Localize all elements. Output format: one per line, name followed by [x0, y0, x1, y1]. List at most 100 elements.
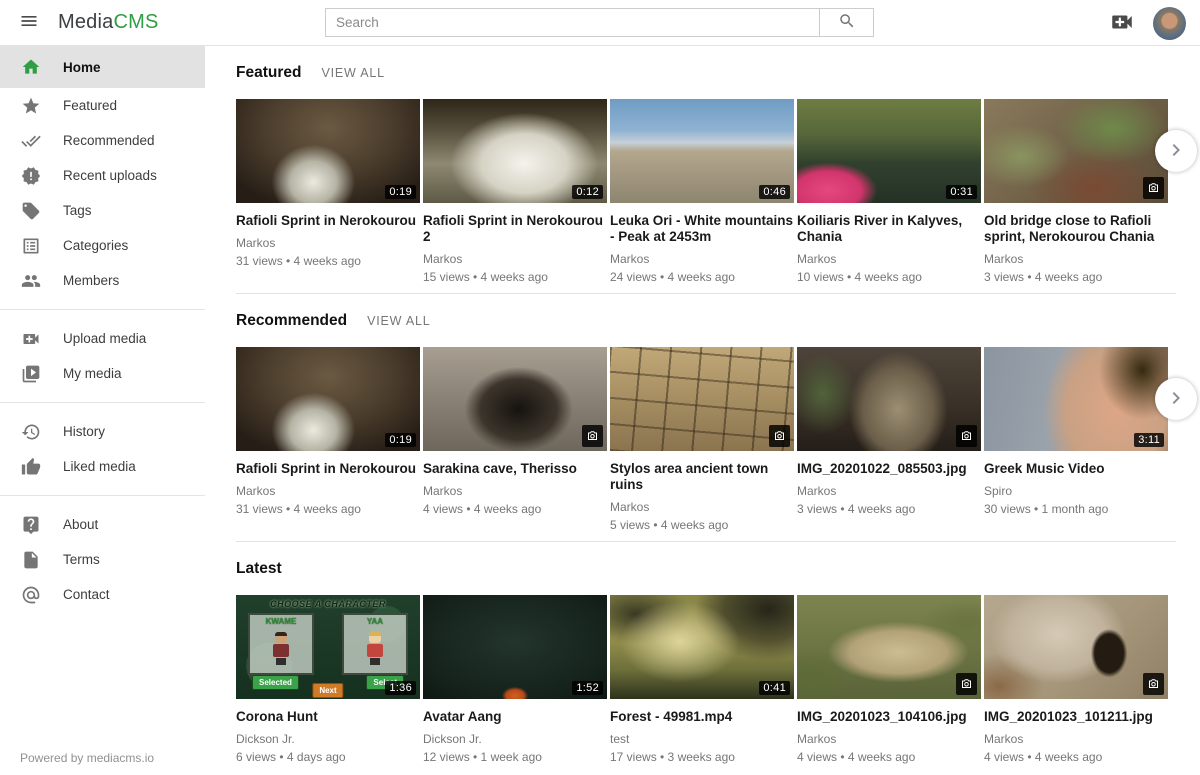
- media-author[interactable]: Dickson Jr.: [236, 732, 420, 746]
- duration-badge: 1:36: [385, 681, 416, 695]
- photo-thumbnail[interactable]: [797, 347, 981, 451]
- sidebar-item-liked-media[interactable]: Liked media: [0, 449, 205, 484]
- media-author[interactable]: Markos: [610, 500, 794, 514]
- video-thumbnail[interactable]: 1:52: [423, 595, 607, 699]
- media-title[interactable]: Leuka Ori - White mountains - Peak at 24…: [610, 213, 794, 245]
- video-thumbnail[interactable]: 0:46: [610, 99, 794, 203]
- media-title[interactable]: Greek Music Video: [984, 461, 1168, 477]
- view-all-link[interactable]: VIEW ALL: [367, 314, 430, 328]
- sidebar-item-contact[interactable]: Contact: [0, 577, 205, 612]
- media-card[interactable]: Old bridge close to Rafioli sprint, Nero…: [984, 99, 1168, 284]
- sidebar-item-label: My media: [63, 366, 122, 381]
- app-logo[interactable]: MediaCMS: [58, 11, 159, 34]
- media-author[interactable]: Markos: [236, 484, 420, 498]
- video-thumbnail[interactable]: 0:31: [797, 99, 981, 203]
- media-title[interactable]: Forest - 49981.mp4: [610, 709, 794, 725]
- photo-thumbnail[interactable]: [984, 99, 1168, 203]
- video-thumbnail[interactable]: 0:41: [610, 595, 794, 699]
- photo-thumbnail[interactable]: [423, 347, 607, 451]
- media-title[interactable]: IMG_20201022_085503.jpg: [797, 461, 981, 477]
- search-button[interactable]: [820, 8, 874, 37]
- video-thumbnail[interactable]: CHOOSE A CHARACTER KWAME YAA Selected Ne…: [236, 595, 420, 699]
- video-thumbnail[interactable]: 0:12: [423, 99, 607, 203]
- sidebar-item-upload-media[interactable]: Upload media: [0, 321, 205, 356]
- menu-button[interactable]: [9, 3, 49, 43]
- carousel-next-button[interactable]: [1155, 130, 1197, 172]
- sidebar-item-featured[interactable]: Featured: [0, 88, 205, 123]
- camera-icon: [956, 673, 977, 695]
- media-card[interactable]: 0:12 Rafioli Sprint in Nerokourou 2 Mark…: [423, 99, 607, 284]
- sidebar-item-label: Featured: [63, 98, 117, 113]
- media-author[interactable]: Markos: [423, 484, 607, 498]
- sidebar-item-recommended[interactable]: Recommended: [0, 123, 205, 158]
- media-title[interactable]: Corona Hunt: [236, 709, 420, 725]
- media-author[interactable]: Markos: [236, 236, 420, 250]
- media-author[interactable]: Markos: [797, 732, 981, 746]
- media-author[interactable]: Markos: [610, 252, 794, 266]
- sidebar-item-categories[interactable]: Categories: [0, 228, 205, 263]
- sidebar-item-terms[interactable]: Terms: [0, 542, 205, 577]
- duration-badge: 0:19: [385, 433, 416, 447]
- media-card[interactable]: IMG_20201022_085503.jpg Markos 3 views •…: [797, 347, 981, 516]
- media-title[interactable]: Stylos area ancient town ruins: [610, 461, 794, 493]
- hamburger-icon: [19, 11, 39, 34]
- sidebar-item-members[interactable]: Members: [0, 263, 205, 298]
- avatar[interactable]: [1153, 7, 1186, 40]
- video-thumbnail[interactable]: 0:19: [236, 347, 420, 451]
- media-card[interactable]: 3:11 Greek Music Video Spiro 30 views • …: [984, 347, 1168, 516]
- photo-thumbnail[interactable]: [797, 595, 981, 699]
- media-title[interactable]: Old bridge close to Rafioli sprint, Nero…: [984, 213, 1168, 245]
- sidebar-item-about[interactable]: About: [0, 507, 205, 542]
- media-card[interactable]: 0:19 Rafioli Sprint in Nerokourou Markos…: [236, 347, 420, 516]
- main-content: Featured VIEW ALL 0:19 Rafioli Sprint in…: [205, 46, 1200, 775]
- media-author[interactable]: Dickson Jr.: [423, 732, 607, 746]
- media-title[interactable]: Rafioli Sprint in Nerokourou 2: [423, 213, 607, 245]
- media-card[interactable]: Stylos area ancient town ruins Markos 5 …: [610, 347, 794, 532]
- media-author[interactable]: Markos: [797, 252, 981, 266]
- photo-thumbnail[interactable]: [984, 595, 1168, 699]
- media-title[interactable]: IMG_20201023_101211.jpg: [984, 709, 1168, 725]
- media-card[interactable]: 0:19 Rafioli Sprint in Nerokourou Markos…: [236, 99, 420, 268]
- media-card[interactable]: IMG_20201023_104106.jpg Markos 4 views •…: [797, 595, 981, 764]
- help-bubble-icon: [20, 514, 42, 536]
- duration-badge: 1:52: [572, 681, 603, 695]
- carousel-next-button[interactable]: [1155, 378, 1197, 420]
- sidebar-item-history[interactable]: History: [0, 414, 205, 449]
- video-thumbnail[interactable]: 3:11: [984, 347, 1168, 451]
- media-author[interactable]: Markos: [797, 484, 981, 498]
- media-title[interactable]: Rafioli Sprint in Nerokourou: [236, 461, 420, 477]
- upload-media-button[interactable]: [1107, 8, 1137, 38]
- media-title[interactable]: Rafioli Sprint in Nerokourou: [236, 213, 420, 229]
- media-author[interactable]: Markos: [984, 732, 1168, 746]
- section-title: Recommended: [236, 312, 347, 330]
- view-all-link[interactable]: VIEW ALL: [321, 66, 384, 80]
- video-thumbnail[interactable]: 0:19: [236, 99, 420, 203]
- media-card[interactable]: Sarakina cave, Therisso Markos 4 views •…: [423, 347, 607, 516]
- media-author[interactable]: Markos: [423, 252, 607, 266]
- media-card[interactable]: 0:31 Koiliaris River in Kalyves, Chania …: [797, 99, 981, 284]
- media-card[interactable]: 0:41 Forest - 49981.mp4 test 17 views • …: [610, 595, 794, 764]
- sidebar-item-label: Contact: [63, 587, 110, 602]
- sidebar-item-home[interactable]: Home: [0, 46, 205, 88]
- photo-thumbnail[interactable]: [610, 347, 794, 451]
- powered-by-text[interactable]: Powered by mediacms.io: [20, 751, 154, 765]
- media-title[interactable]: IMG_20201023_104106.jpg: [797, 709, 981, 725]
- media-title[interactable]: Sarakina cave, Therisso: [423, 461, 607, 477]
- search-input[interactable]: [325, 8, 820, 37]
- media-title[interactable]: Koiliaris River in Kalyves, Chania: [797, 213, 981, 245]
- media-card[interactable]: IMG_20201023_101211.jpg Markos 4 views •…: [984, 595, 1168, 764]
- media-title[interactable]: Avatar Aang: [423, 709, 607, 725]
- media-author[interactable]: test: [610, 732, 794, 746]
- sidebar-item-recent-uploads[interactable]: Recent uploads: [0, 158, 205, 193]
- game-character-name: KWAME: [250, 617, 312, 626]
- sidebar-item-label: Liked media: [63, 459, 136, 474]
- media-author[interactable]: Markos: [984, 252, 1168, 266]
- duration-badge: 0:12: [572, 185, 603, 199]
- media-card[interactable]: 0:46 Leuka Ori - White mountains - Peak …: [610, 99, 794, 284]
- duration-badge: 0:19: [385, 185, 416, 199]
- media-author[interactable]: Spiro: [984, 484, 1168, 498]
- sidebar-item-my-media[interactable]: My media: [0, 356, 205, 391]
- sidebar-item-tags[interactable]: Tags: [0, 193, 205, 228]
- media-card[interactable]: 1:52 Avatar Aang Dickson Jr. 12 views • …: [423, 595, 607, 764]
- media-card[interactable]: CHOOSE A CHARACTER KWAME YAA Selected Ne…: [236, 595, 420, 764]
